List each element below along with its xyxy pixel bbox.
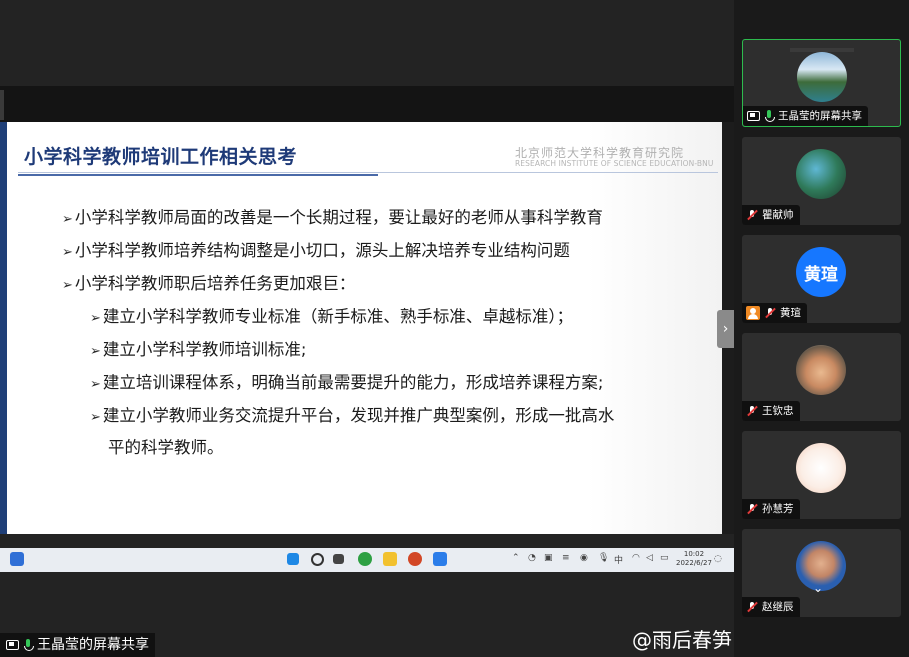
notification-icon: ◌	[714, 554, 722, 564]
cartoon-avatar	[796, 443, 846, 493]
microphone-icon	[764, 110, 775, 122]
child-photo-avatar	[796, 345, 846, 395]
watermark: @雨后春笋	[632, 628, 732, 652]
share-status-label: 王晶莹的屏幕共享	[37, 637, 149, 653]
slide-title: 小学科学教师培训工作相关思考	[24, 146, 298, 168]
taskbar-clock: 10:02 2022/6/27	[676, 550, 712, 567]
shared-taskbar: ⌃ ◔ ▣ ≡ ◉ 🎙 中 ◠ ◁ ▭ 10:02 2022/6/27 ◌	[0, 548, 734, 572]
wifi-icon: ◠	[632, 553, 640, 563]
microphone-icon: 🎙	[598, 553, 610, 563]
screen-share-icon	[747, 111, 760, 121]
tray-app-icon: ◉	[580, 553, 588, 563]
bullet-item: ➢ 小学科学教师培养结构调整是小切口，源头上解决培养专业结构问题	[62, 241, 570, 260]
sub-bullet-item: ➢ 建立小学教师业务交流提升平台，发现并推广典型案例，形成一批高水	[90, 406, 615, 425]
participant-name-tag: 瞿献帅	[742, 205, 800, 225]
mic-muted-icon	[764, 307, 776, 319]
sub-bullet-item: ➢ 建立小学科学教师培训标准;	[90, 340, 307, 359]
chevron-up-icon: ⌃	[512, 553, 520, 563]
participant-name-tag: 赵继辰	[742, 597, 800, 617]
input-language: 中	[614, 556, 624, 566]
search-icon	[311, 553, 324, 566]
presentation-slide: 小学科学教师培训工作相关思考 北京师范大学科学教育研究院 RESEARCH IN…	[0, 122, 734, 534]
tray-app-icon: ◔	[528, 553, 536, 563]
participant-tile[interactable]: 孙慧芳	[742, 431, 901, 519]
powerpoint-icon	[408, 552, 422, 566]
person-icon	[746, 306, 760, 320]
start-icon	[287, 553, 299, 565]
edge-browser-icon	[358, 552, 372, 566]
sub-bullet-item: ➢ 建立小学科学教师专业标准（新手标准、熟手标准、卓越标准）；	[90, 307, 574, 326]
bird-photo-avatar	[796, 149, 846, 199]
file-explorer-icon	[383, 552, 397, 566]
participant-tile[interactable]: 王钦忠	[742, 333, 901, 421]
text-avatar: 黄瑄	[796, 247, 846, 297]
battery-icon: ▭	[660, 553, 669, 563]
microphone-icon	[23, 639, 34, 651]
participant-tile[interactable]: 王晶莹的屏幕共享	[742, 39, 901, 127]
mic-muted-icon	[746, 601, 758, 613]
volume-icon: ◁	[646, 553, 653, 563]
participant-tile[interactable]: 黄瑄 黄瑄	[742, 235, 901, 323]
tray-app-icon: ≡	[562, 553, 570, 563]
lake-photo-avatar	[797, 52, 847, 102]
collapse-panel-button[interactable]: ›	[717, 310, 734, 348]
mic-muted-icon	[746, 405, 758, 417]
shared-screen-area: 小学科学教师培训工作相关思考 北京师范大学科学教育研究院 RESEARCH IN…	[0, 0, 734, 657]
tray-app-icon: ▣	[544, 553, 553, 563]
mic-muted-icon	[746, 503, 758, 515]
participant-tile[interactable]: 瞿献帅	[742, 137, 901, 225]
title-divider	[18, 172, 718, 173]
sub-bullet-item: ➢ 建立培训课程体系，明确当前最需要提升的能力，形成培养课程方案;	[90, 373, 604, 392]
mic-muted-icon	[746, 209, 758, 221]
chevron-down-icon[interactable]: ⌄	[813, 581, 823, 595]
shared-window-top-strip	[0, 86, 734, 122]
bullet-item: ➢ 小学科学教师职后培养任务更加艰巨：	[62, 274, 356, 293]
institution-name-en: RESEARCH INSTITUTE OF SCIENCE EDUCATION-…	[515, 159, 714, 168]
bullet-item: ➢ 小学科学教师局面的改善是一个长期过程，要让最好的老师从事科学教育	[62, 208, 603, 227]
slide-accent-bar	[0, 122, 7, 534]
screen-share-icon	[6, 640, 19, 650]
participant-tile[interactable]: ⌄ 赵继辰	[742, 529, 901, 617]
meeting-app-icon	[433, 552, 447, 566]
participant-name-tag: 黄瑄	[742, 303, 807, 323]
title-underline	[18, 174, 378, 176]
screen-share-status: 王晶莹的屏幕共享	[0, 633, 155, 657]
participant-name-tag: 孙慧芳	[742, 499, 800, 519]
sub-bullet-continuation: 平的科学教师。	[108, 438, 224, 457]
task-view-icon	[333, 554, 344, 564]
participant-name-tag: 王晶莹的屏幕共享	[743, 106, 868, 126]
participant-name-tag: 王钦忠	[742, 401, 800, 421]
widgets-icon	[10, 552, 24, 566]
